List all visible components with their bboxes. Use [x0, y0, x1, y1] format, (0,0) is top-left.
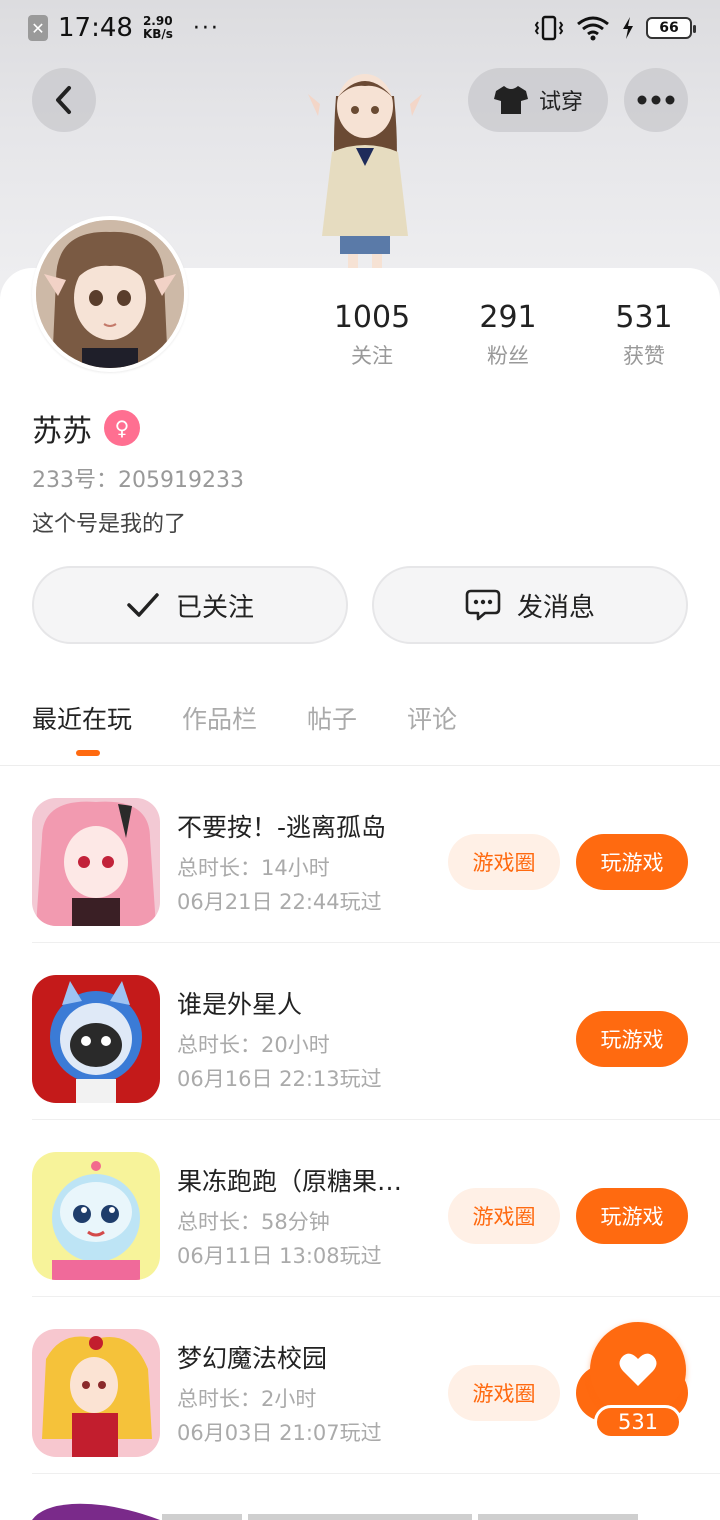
- more-notifications-icon: ···: [192, 15, 220, 41]
- game-icon: [32, 1152, 160, 1280]
- chat-bubble-icon: [465, 589, 501, 621]
- status-time: 17:48: [58, 13, 133, 43]
- tab-posts[interactable]: 帖子: [307, 700, 357, 756]
- profile-stats: 1005 关注 291 粉丝 531 获赞: [0, 298, 720, 378]
- try-on-label: 试穿: [538, 90, 583, 115]
- like-button[interactable]: [590, 1322, 686, 1418]
- game-icon: [32, 798, 160, 926]
- username: 苏苏: [32, 414, 92, 449]
- game-list-item[interactable]: 果冻跑跑（原糖果… 总时长：58分钟 06月11日 13:08玩过 游戏圈 玩游…: [32, 1120, 720, 1297]
- send-message-label: 发消息: [516, 592, 595, 623]
- checkmark-icon: [127, 593, 159, 617]
- send-message-button[interactable]: 发消息: [372, 566, 688, 644]
- tshirt-icon: [493, 86, 528, 114]
- charging-icon: [623, 17, 633, 39]
- game-title: 不要按！-逃离孤岛: [177, 813, 387, 842]
- status-bar: ✕ 17:48 2.90 KB/s ··· 66: [0, 0, 720, 56]
- heart-icon: [619, 1353, 657, 1386]
- game-list-item[interactable]: 不要按！-逃离孤岛 总时长：14小时 06月21日 22:44玩过 游戏圈 玩游…: [32, 766, 720, 943]
- play-game-button[interactable]: 玩游戏: [576, 1188, 688, 1244]
- tab-comments[interactable]: 评论: [407, 700, 457, 756]
- game-title: 梦幻魔法校园: [177, 1344, 328, 1373]
- next-list-item-peek: [32, 1500, 720, 1520]
- followed-button[interactable]: 已关注: [32, 566, 348, 644]
- game-last-played: 06月03日 21:07玩过: [177, 1421, 382, 1445]
- game-circle-button[interactable]: 游戏圈: [448, 1365, 560, 1421]
- more-horizontal-icon: [637, 95, 675, 105]
- female-gender-icon: ♀: [104, 410, 140, 446]
- try-on-button[interactable]: 试穿: [468, 68, 608, 132]
- game-last-played: 06月16日 22:13玩过: [177, 1067, 382, 1091]
- play-game-button[interactable]: 玩游戏: [576, 1011, 688, 1067]
- avatar-3d-figure[interactable]: [290, 56, 440, 276]
- like-count-badge: 531: [594, 1405, 682, 1439]
- game-duration: 总时长：58分钟: [177, 1210, 330, 1234]
- chevron-left-icon: [56, 86, 71, 114]
- game-list-item[interactable]: 谁是外星人 总时长：20小时 06月16日 22:13玩过 玩游戏: [32, 943, 720, 1120]
- stat-following[interactable]: 1005 关注: [312, 298, 432, 370]
- network-speed: 2.90 KB/s: [142, 14, 173, 41]
- game-title: 谁是外星人: [177, 990, 303, 1019]
- game-duration: 总时长：2小时: [177, 1387, 317, 1411]
- sim-off-icon: ✕: [28, 15, 48, 41]
- game-last-played: 06月21日 22:44玩过: [177, 890, 382, 914]
- back-button[interactable]: [32, 68, 96, 132]
- game-icon: [32, 1329, 160, 1457]
- username-row: 苏苏 ♀: [32, 406, 140, 450]
- battery-indicator: 66: [646, 17, 696, 39]
- game-title: 果冻跑跑（原糖果…: [177, 1167, 403, 1196]
- game-duration: 总时长：14小时: [177, 856, 330, 880]
- game-duration: 总时长：20小时: [177, 1033, 330, 1057]
- user-id: 233号：205919233: [32, 468, 244, 493]
- game-circle-button[interactable]: 游戏圈: [448, 1188, 560, 1244]
- game-icon: [32, 975, 160, 1103]
- user-bio: 这个号是我的了: [32, 512, 187, 537]
- followed-label: 已关注: [175, 592, 254, 623]
- stat-followers[interactable]: 291 粉丝: [448, 298, 568, 370]
- play-game-button[interactable]: 玩游戏: [576, 834, 688, 890]
- game-circle-button[interactable]: 游戏圈: [448, 834, 560, 890]
- tab-recently-played[interactable]: 最近在玩: [32, 700, 132, 756]
- more-options-button[interactable]: [624, 68, 688, 132]
- profile-tabs: 最近在玩 作品栏 帖子 评论: [32, 700, 457, 756]
- tab-works[interactable]: 作品栏: [182, 700, 257, 756]
- stat-likes[interactable]: 531 获赞: [584, 298, 704, 370]
- wifi-icon: [577, 16, 609, 41]
- vibrate-icon: [534, 15, 564, 41]
- game-last-played: 06月11日 13:08玩过: [177, 1244, 382, 1268]
